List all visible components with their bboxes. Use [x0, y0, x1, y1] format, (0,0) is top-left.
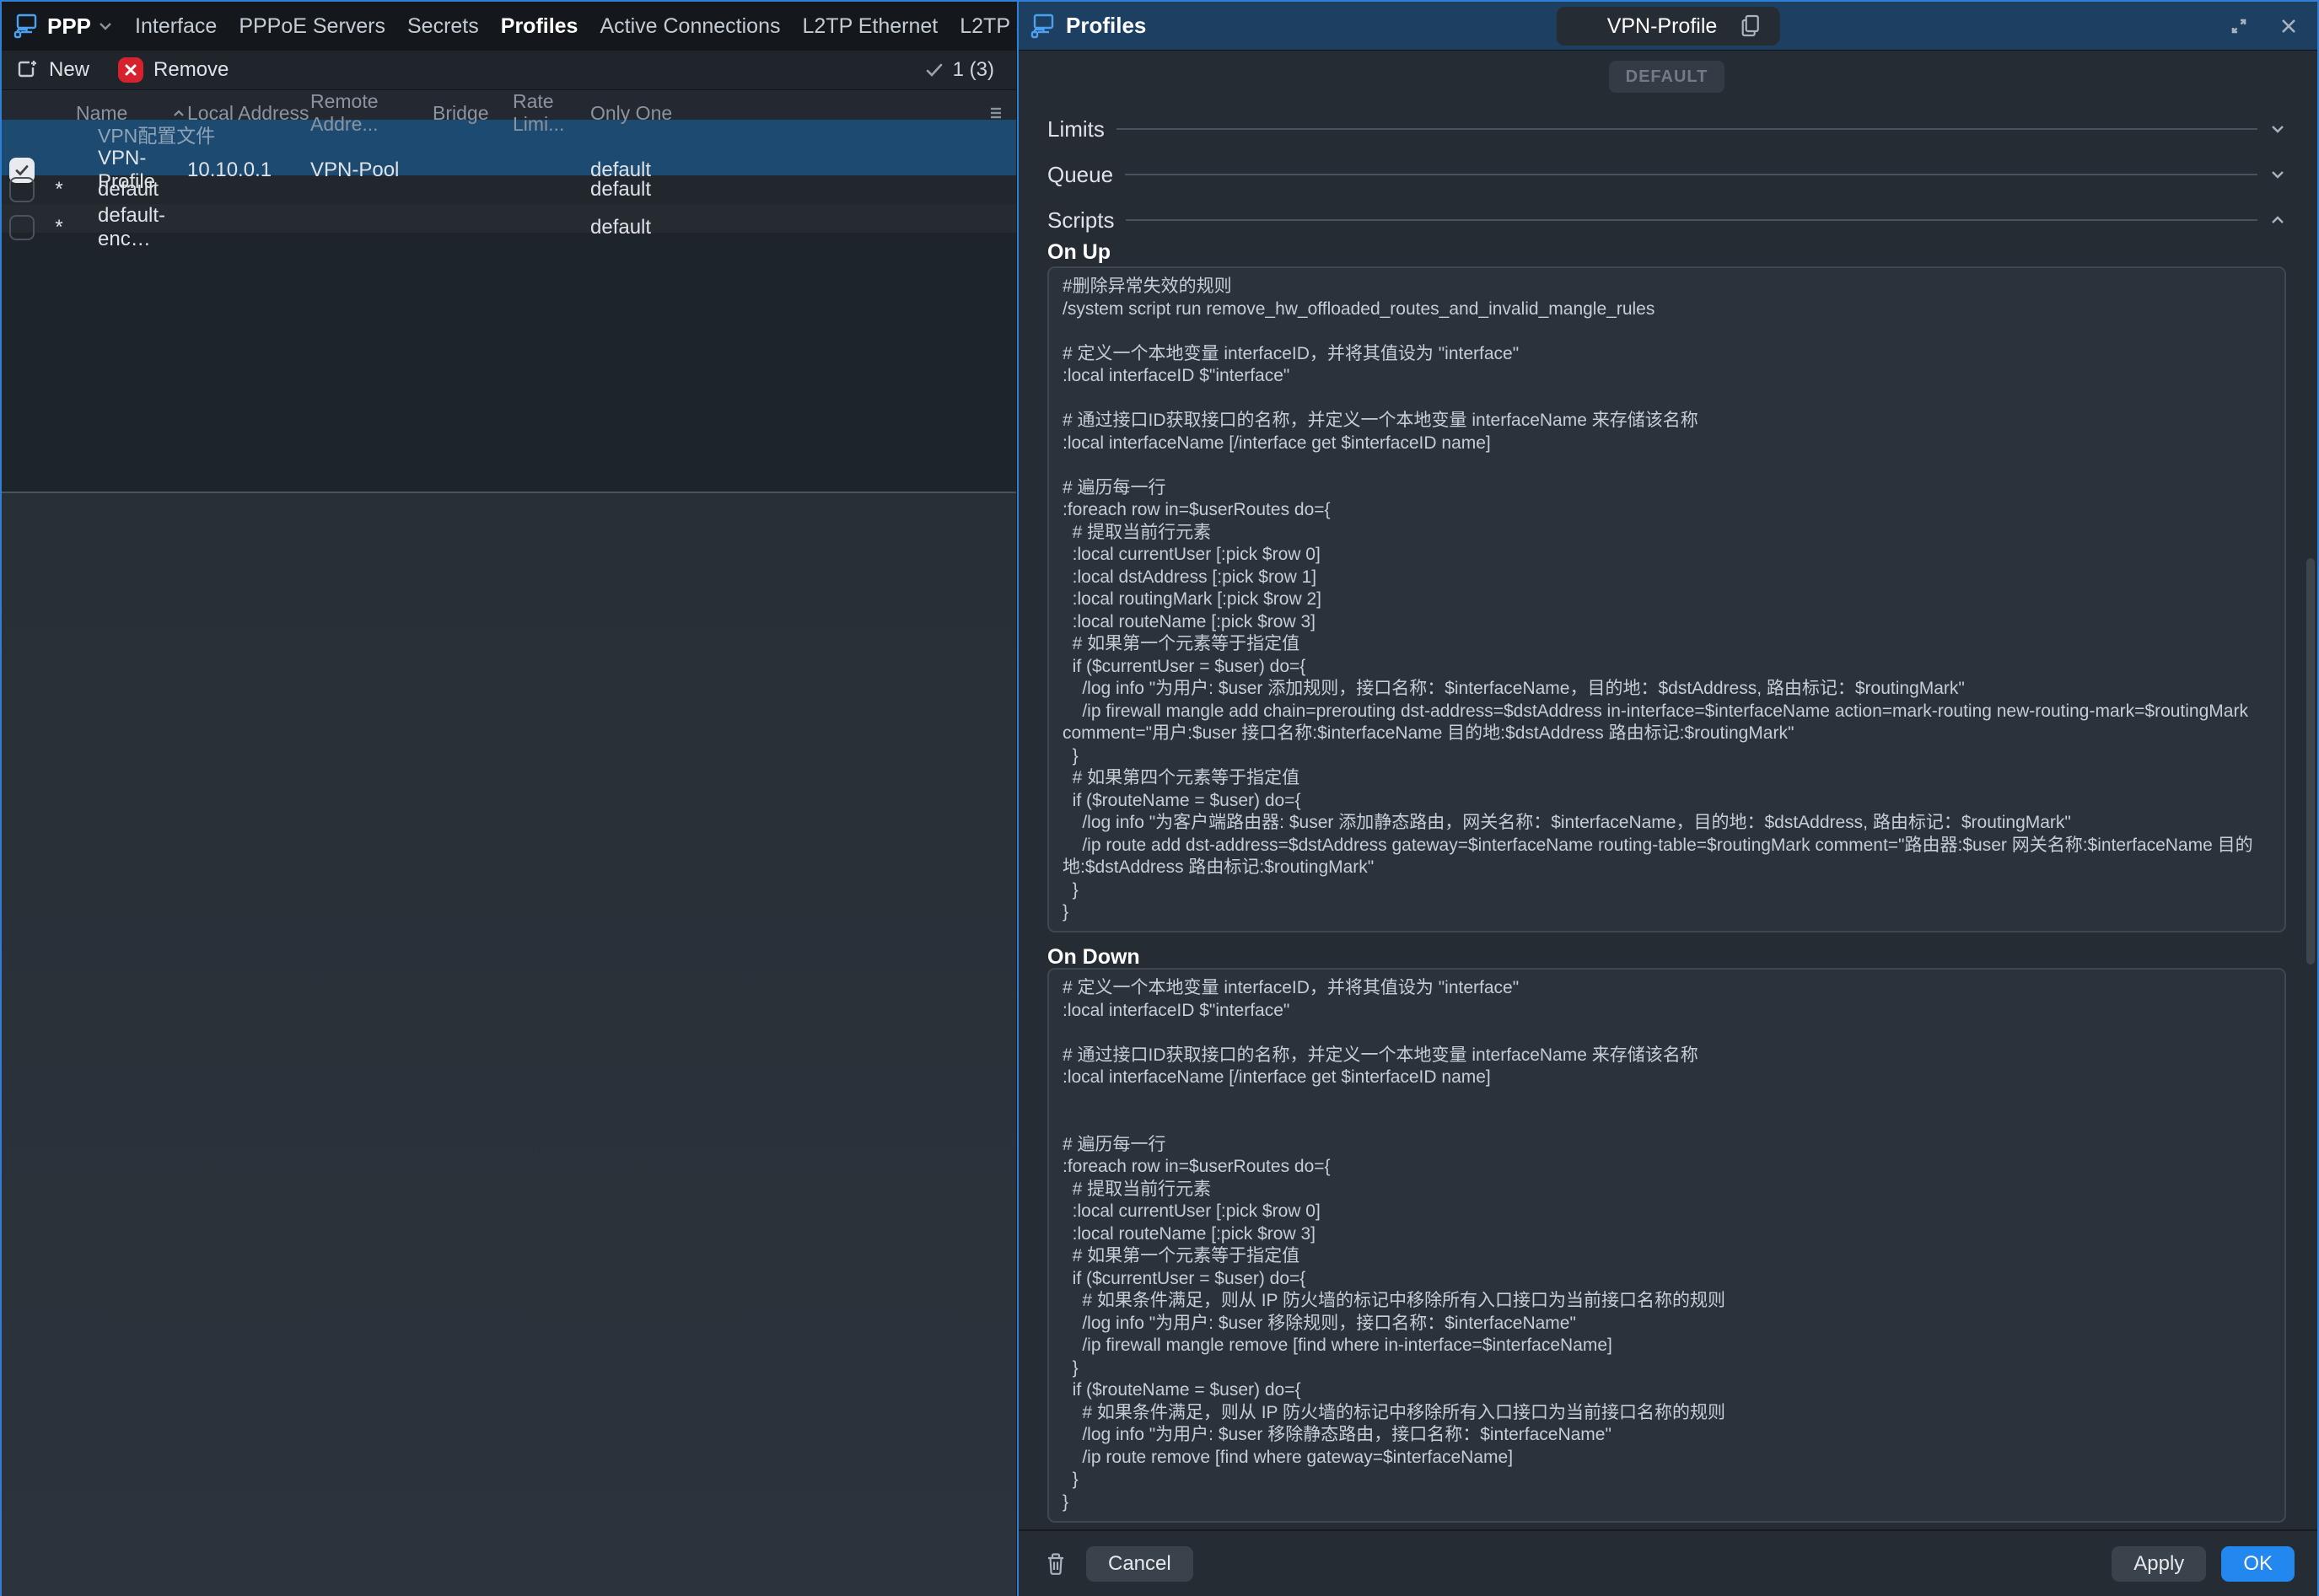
ppp-menu-label: PPP — [47, 13, 91, 40]
winbox-app: PPP Interface PPPoE Servers Secrets Prof… — [0, 0, 2319, 1596]
cell-name: default — [98, 178, 187, 202]
default-badge: DEFAULT — [1609, 61, 1725, 93]
chevron-up-icon — [2269, 214, 2286, 226]
dialog-app-icon — [1029, 12, 1057, 40]
list-toolbar: New Remove 1 (3) — [2, 51, 1016, 90]
ppp-window: PPP Interface PPPoE Servers Secrets Prof… — [2, 2, 1017, 1596]
tab-active-connections[interactable]: Active Connections — [600, 14, 780, 39]
profile-name: VPN-Profile — [1607, 14, 1718, 39]
on-down-label: On Down — [1047, 946, 2286, 968]
row-checkbox[interactable] — [9, 177, 35, 202]
cell-local-address: 10.10.0.1 — [187, 159, 310, 182]
table-row-vpn-profile[interactable]: VPN-Profile 10.10.0.1 VPN-Pool default — [2, 147, 1016, 175]
tab-profiles[interactable]: Profiles — [501, 14, 578, 39]
section-divider — [1116, 128, 2257, 130]
table-header-row: Name Local Address Remote Addre... Bridg… — [2, 90, 1016, 120]
copy-icon[interactable] — [1739, 13, 1761, 39]
new-button[interactable]: New — [15, 58, 89, 82]
window-app-icon — [12, 12, 40, 40]
cell-name: default-enc… — [98, 204, 187, 251]
dialog-footer: Cancel Apply OK — [1019, 1529, 2317, 1596]
remove-button[interactable]: Remove — [118, 57, 229, 83]
cell-only-one: default — [590, 178, 979, 202]
section-divider — [1125, 174, 2257, 175]
table-row-default[interactable]: * default default — [2, 175, 1016, 204]
selection-count-label: 1 (3) — [953, 58, 994, 82]
on-up-script-input[interactable]: #删除异常失效的规则 /system script run remove_hw_… — [1047, 266, 2286, 932]
dialog-title: Profiles — [1066, 13, 1146, 39]
profile-name-chip: VPN-Profile — [1557, 7, 1780, 46]
cell-only-one: default — [590, 216, 979, 239]
detach-dialog-icon[interactable] — [2228, 15, 2250, 37]
dialog-body: DEFAULT Limits Queue Scripts — [1019, 51, 2317, 1529]
section-limits-label: Limits — [1047, 116, 1105, 142]
section-queue[interactable]: Queue — [1047, 162, 2286, 187]
ok-button[interactable]: OK — [2221, 1546, 2295, 1582]
dialog-titlebar: Profiles VPN-Profile — [1019, 2, 2317, 51]
tab-l2tp-ethernet[interactable]: L2TP Ethernet — [802, 14, 938, 39]
profile-detail-dialog: Profiles VPN-Profile — [1017, 2, 2317, 1596]
section-scripts-label: Scripts — [1047, 207, 1114, 234]
close-dialog-icon[interactable] — [2279, 16, 2299, 36]
section-divider — [1126, 219, 2257, 221]
table-row-default-enc[interactable]: * default-enc… default — [2, 204, 1016, 233]
selection-count: 1 (3) — [924, 58, 994, 82]
chevron-down-icon — [2269, 169, 2286, 180]
section-queue-label: Queue — [1047, 162, 1113, 188]
cell-remote-address: VPN-Pool — [310, 159, 433, 182]
delete-icon[interactable] — [1044, 1551, 1068, 1577]
ppp-menu-button[interactable]: PPP — [12, 12, 113, 40]
tab-pppoe-servers[interactable]: PPPoE Servers — [239, 14, 385, 39]
comment-row[interactable]: VPN配置文件 — [2, 120, 1016, 147]
row-comment-text: VPN配置文件 — [98, 120, 979, 148]
new-button-label: New — [49, 58, 89, 82]
section-scripts[interactable]: Scripts — [1047, 207, 2286, 233]
row-checkbox[interactable] — [9, 215, 35, 240]
ppp-menubar: PPP Interface PPPoE Servers Secrets Prof… — [2, 2, 1016, 51]
remove-button-label: Remove — [153, 58, 229, 82]
chevron-down-icon — [2269, 123, 2286, 135]
column-settings-icon[interactable] — [979, 105, 1016, 121]
default-flag: * — [42, 216, 76, 239]
tab-interface[interactable]: Interface — [135, 14, 217, 39]
new-item-icon — [15, 58, 39, 82]
section-limits[interactable]: Limits — [1047, 116, 2286, 142]
window-background — [2, 493, 1016, 1596]
default-flag: * — [42, 178, 76, 202]
sort-ascending-icon — [172, 109, 186, 118]
tab-secrets[interactable]: Secrets — [407, 14, 479, 39]
scrollbar-thumb[interactable] — [2306, 558, 2315, 965]
check-icon — [924, 60, 944, 80]
apply-button[interactable]: Apply — [2112, 1546, 2206, 1582]
cancel-button[interactable]: Cancel — [1086, 1546, 1193, 1582]
remove-icon — [118, 57, 143, 83]
profiles-table: Name Local Address Remote Addre... Bridg… — [2, 90, 1016, 493]
chevron-down-icon — [98, 21, 113, 31]
on-down-script-input[interactable]: # 定义一个本地变量 interfaceID，并将其值设为 "interface… — [1047, 968, 2286, 1523]
on-up-label: On Up — [1047, 239, 2286, 265]
